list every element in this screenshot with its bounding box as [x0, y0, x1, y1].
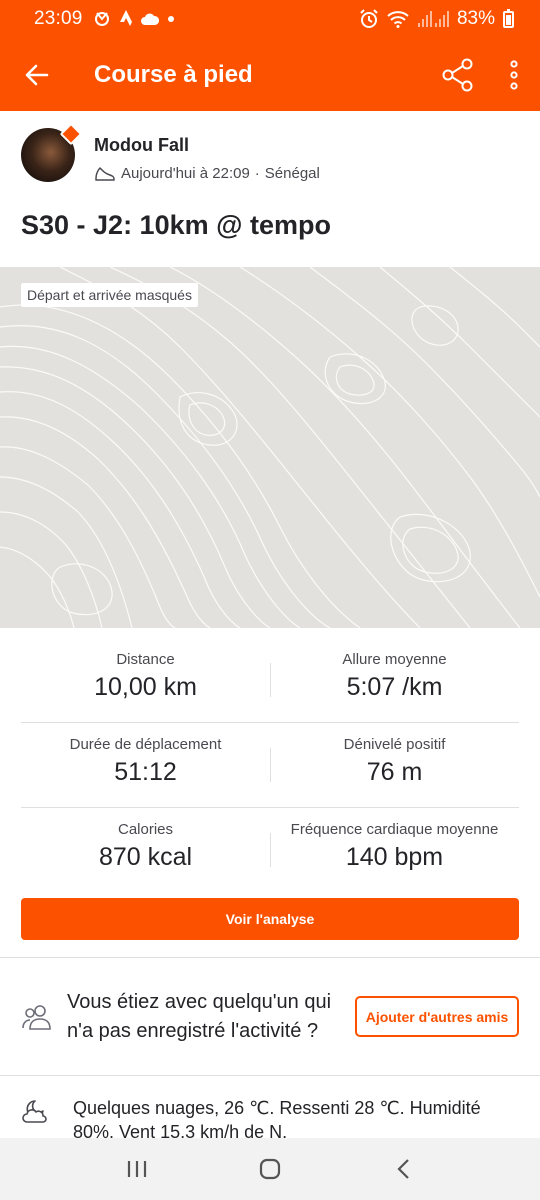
share-button[interactable]	[428, 38, 488, 111]
stat-heart-rate: Fréquence cardiaque moyenne 140 bpm	[270, 808, 519, 893]
activity-date: Aujourd'hui à 22:09	[121, 165, 250, 182]
people-icon	[22, 1004, 51, 1030]
divider	[0, 1075, 540, 1076]
back-button[interactable]	[0, 38, 74, 111]
stats-grid: Distance 10,00 km Allure moyenne 5:07 /k…	[21, 638, 519, 893]
stat-value: 870 kcal	[98, 843, 193, 871]
subscriber-badge	[59, 122, 83, 146]
stat-label: Allure moyenne	[342, 651, 447, 668]
stat-moving-time: Durée de déplacement 51:12	[21, 723, 270, 807]
view-analysis-button[interactable]: Voir l'analyse	[21, 898, 519, 940]
map-privacy-label: Départ et arrivée masqués	[21, 283, 198, 307]
stat-label: Calories	[117, 821, 174, 838]
battery-percent: 83%	[456, 8, 495, 29]
stat-calories: Calories 870 kcal	[21, 808, 270, 893]
battery-icon	[503, 8, 514, 28]
recent-apps-button[interactable]	[107, 1144, 167, 1194]
avatar[interactable]	[21, 122, 83, 182]
strava-icon	[119, 10, 132, 26]
notification-icons	[93, 10, 175, 28]
home-button[interactable]	[240, 1144, 300, 1194]
dot-icon	[167, 16, 174, 22]
partly-cloudy-night-icon	[22, 1100, 47, 1123]
add-friends-button[interactable]: Ajouter d'autres amis	[355, 996, 519, 1037]
add-friends-prompt: Vous étiez avec quelqu'un qui n'a pas en…	[0, 958, 540, 1075]
stat-value: 140 bpm	[345, 843, 444, 871]
stat-value: 76 m	[366, 758, 423, 786]
system-nav-bar	[0, 1138, 540, 1200]
activity-map[interactable]: Départ et arrivée masqués	[0, 267, 540, 628]
stat-divider	[270, 663, 271, 697]
stat-label: Distance	[116, 651, 175, 668]
app-bar: Course à pied	[0, 38, 540, 111]
activity-location: Sénégal	[264, 165, 320, 182]
stat-value: 51:12	[114, 758, 177, 786]
athlete-name[interactable]: Modou Fall	[94, 135, 320, 156]
stat-divider	[270, 748, 271, 782]
wifi-icon	[387, 11, 409, 28]
athlete-header: Modou Fall Aujourd'hui à 22:09 · Sénégal	[21, 122, 320, 182]
stat-elevation: Dénivelé positif 76 m	[270, 723, 519, 807]
status-bar: 23:09 83%	[0, 0, 540, 38]
page-title: Course à pied	[94, 60, 253, 88]
add-friends-text: Vous étiez avec quelqu'un qui n'a pas en…	[67, 990, 332, 1042]
stat-value: 10,00 km	[94, 673, 197, 701]
weather-row: Quelques nuages, 26 ℃. Ressenti 28 ℃. Hu…	[0, 1096, 540, 1138]
stat-value: 5:07 /km	[346, 673, 443, 701]
weather-text: Quelques nuages, 26 ℃. Ressenti 28 ℃. Hu…	[73, 1098, 481, 1138]
stat-label: Fréquence cardiaque moyenne	[290, 821, 499, 838]
recent-apps-icon	[127, 1161, 146, 1177]
stats-row: Durée de déplacement 51:12 Dénivelé posi…	[21, 723, 519, 808]
topo-lines	[0, 267, 540, 628]
arrow-back-icon	[25, 64, 49, 85]
shoe-icon	[95, 166, 115, 181]
alarm-icon	[360, 9, 378, 28]
cloud-icon	[140, 13, 159, 25]
meta-separator: ·	[254, 165, 260, 182]
stats-row: Calories 870 kcal Fréquence cardiaque mo…	[21, 808, 519, 893]
status-time: 23:09	[34, 8, 83, 29]
stat-divider	[270, 833, 271, 867]
more-vert-icon	[510, 59, 518, 90]
system-back-button[interactable]	[373, 1144, 433, 1194]
sync-icon	[94, 12, 109, 26]
stat-pace: Allure moyenne 5:07 /km	[270, 638, 519, 722]
stat-distance: Distance 10,00 km	[21, 638, 270, 722]
share-icon	[442, 58, 473, 91]
more-options-button[interactable]	[488, 38, 540, 111]
stat-label: Dénivelé positif	[343, 736, 446, 753]
activity-title: S30 - J2: 10km @ tempo	[21, 210, 331, 240]
activity-meta: Aujourd'hui à 22:09 · Sénégal	[94, 165, 320, 182]
chevron-left-icon	[397, 1159, 410, 1179]
signal-icon	[417, 11, 449, 27]
stats-row: Distance 10,00 km Allure moyenne 5:07 /k…	[21, 638, 519, 723]
stat-label: Durée de déplacement	[69, 736, 222, 753]
home-icon	[259, 1158, 281, 1180]
